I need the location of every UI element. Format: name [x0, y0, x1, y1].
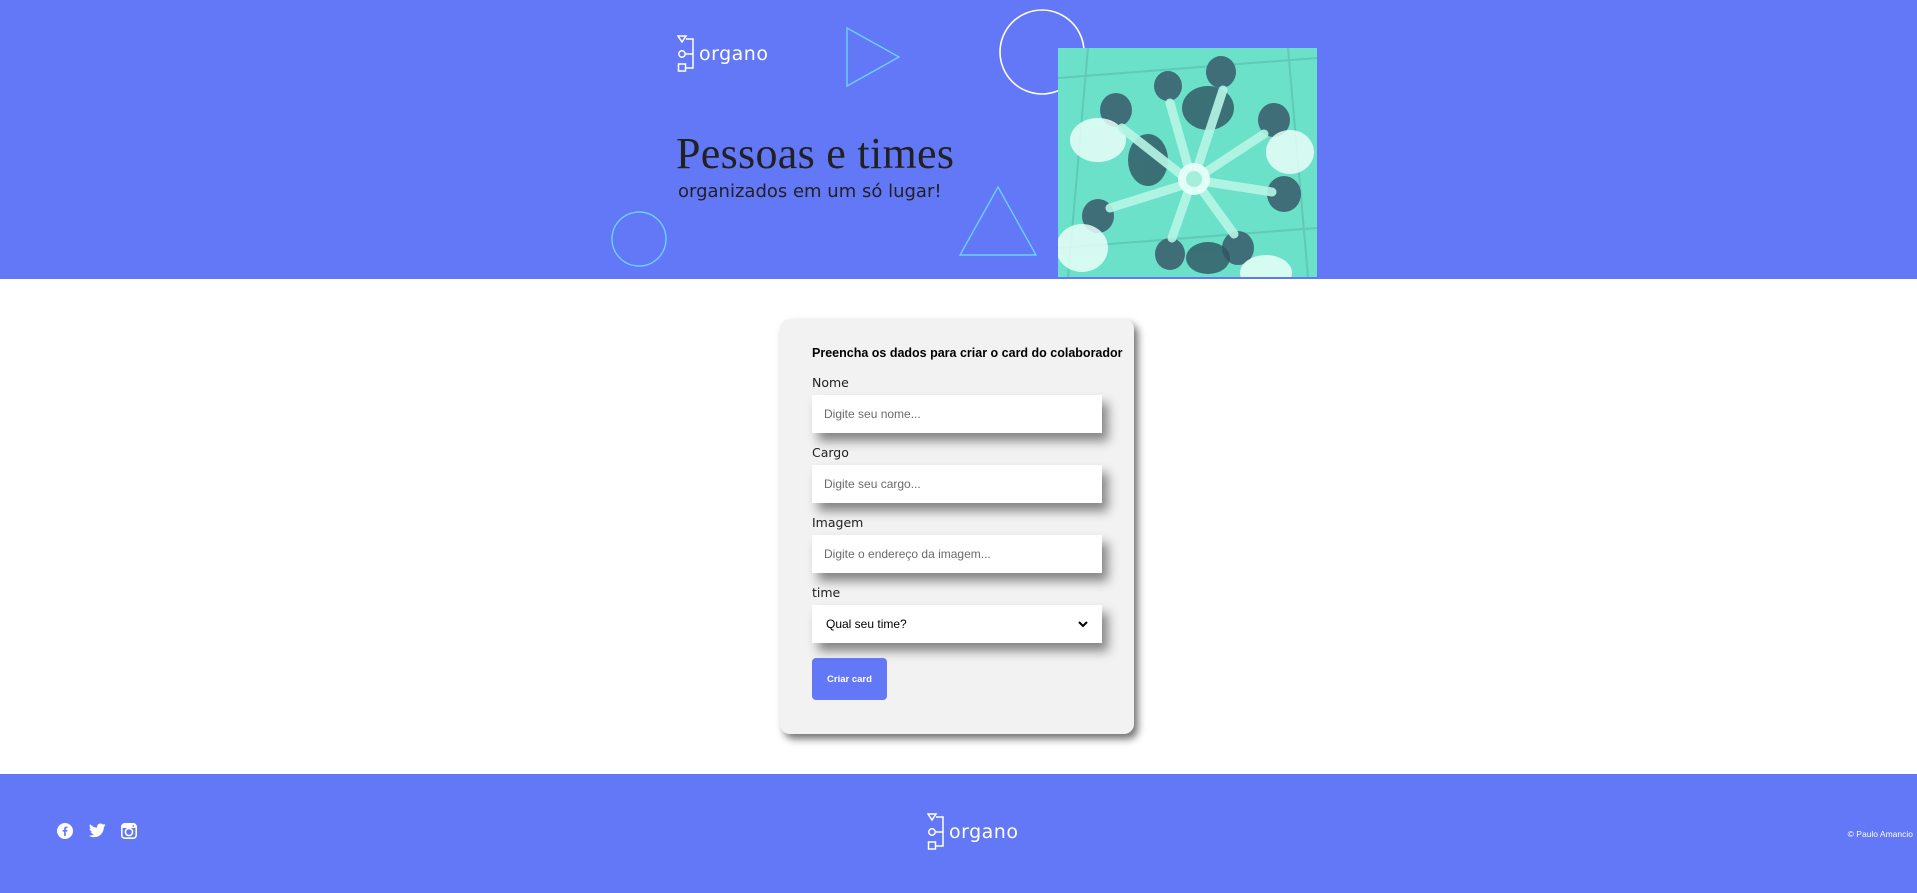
form-title: Preencha os dados para criar o card do c…	[812, 346, 1123, 360]
organo-logo[interactable]: organo	[677, 35, 768, 73]
name-label: Nome	[812, 375, 849, 390]
name-input[interactable]	[812, 395, 1102, 433]
footer: organo © Paulo Amancio	[0, 774, 1917, 893]
role-label: Cargo	[812, 445, 849, 460]
image-url-input[interactable]	[812, 535, 1102, 573]
footer-logo-text: organo	[949, 821, 1019, 843]
image-label: Imagem	[812, 515, 864, 530]
collaborator-form: Preencha os dados para criar o card do c…	[780, 319, 1134, 734]
page-subtitle: organizados em um só lugar!	[678, 181, 942, 202]
create-card-button[interactable]: Criar card	[812, 658, 887, 700]
triangle-outline-top	[846, 26, 901, 88]
page-title: Pessoas e times	[676, 129, 955, 178]
banner: organo Pessoas e times organizados em um…	[0, 0, 1917, 279]
logo-text: organo	[699, 43, 769, 65]
footer-organo-logo[interactable]: organo	[927, 813, 1018, 851]
team-hands-photo	[1058, 48, 1317, 277]
team-select-value: Qual seu time?	[826, 617, 907, 631]
facebook-icon[interactable]	[57, 823, 73, 839]
team-select[interactable]: Qual seu time?	[812, 605, 1102, 643]
instagram-icon[interactable]	[121, 823, 137, 839]
organo-logo-mark-icon	[677, 35, 694, 72]
twitter-icon[interactable]	[89, 823, 106, 838]
team-label: time	[812, 585, 841, 600]
circle-outline-bottom	[611, 211, 667, 267]
footer-credit: © Paulo Amancio	[1847, 829, 1913, 839]
triangle-outline-bottom	[958, 185, 1038, 256]
chevron-down-icon	[1078, 620, 1088, 627]
role-input[interactable]	[812, 465, 1102, 503]
organo-logo-mark-icon	[927, 813, 944, 850]
